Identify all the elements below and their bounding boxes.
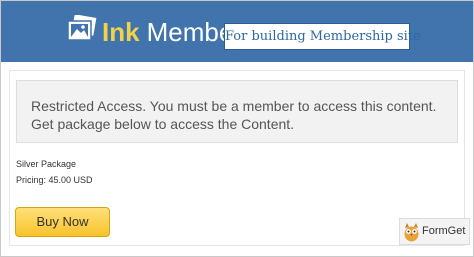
tagline-box: For building Membership site	[224, 23, 421, 50]
formget-watermark: FormGet	[399, 218, 470, 245]
package-name: Silver Package	[16, 159, 77, 169]
header-banner: Ink Member For building Membership site	[1, 1, 473, 62]
page-frame: Ink Member For building Membership site R…	[0, 0, 474, 257]
buy-now-button[interactable]: Buy Now	[15, 207, 110, 237]
package-pricing: Pricing: 45.00 USD	[16, 175, 93, 185]
formget-label: FormGet	[422, 225, 466, 237]
restricted-access-notice: Restricted Access. You must be a member …	[16, 80, 458, 143]
owl-icon	[404, 223, 419, 242]
brand-logo: Ink Member	[102, 17, 242, 47]
picture-frame-icon	[67, 15, 97, 41]
brand-ink: Ink	[102, 17, 140, 47]
